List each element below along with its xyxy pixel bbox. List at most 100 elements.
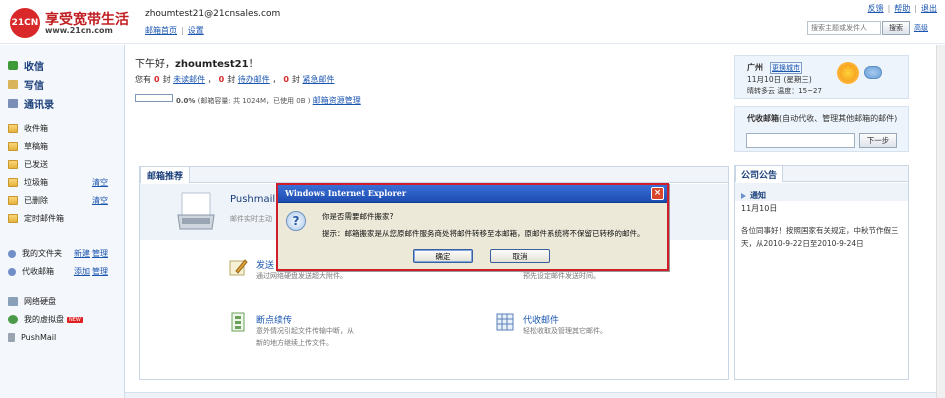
next-step-button[interactable]: 下一步	[859, 133, 897, 148]
ok-button[interactable]: 确定	[413, 249, 473, 263]
sidebar-item-compose[interactable]: 写信	[8, 77, 44, 92]
folder-icon	[8, 142, 18, 151]
proxy-email-input[interactable]	[746, 133, 855, 148]
question-icon: ?	[286, 211, 306, 231]
logo-url: www.21cn.com	[45, 26, 113, 35]
address-book-icon	[8, 99, 18, 108]
globe-icon	[8, 315, 18, 324]
cloudy-icon	[864, 66, 882, 79]
todo-mail-link[interactable]: 待办邮件	[238, 75, 270, 84]
cancel-button[interactable]: 取消	[490, 249, 550, 263]
sidebar-item-receive[interactable]: 收信	[8, 58, 44, 73]
tab-recommend[interactable]: 邮箱推荐	[140, 166, 191, 183]
feature-resume-desc-2: 新的地方继续上传文件。	[256, 339, 333, 347]
dialog-hint: 提示：邮箱搬家是从您原邮件服务商处将邮件转移至本邮箱，原邮件系统将不保留已转移的…	[322, 229, 645, 238]
new-folder-link[interactable]: 新建	[74, 248, 90, 259]
resource-manage-link[interactable]: 邮箱资源管理	[313, 96, 361, 105]
feedback-link[interactable]: 反馈	[868, 4, 884, 13]
sidebar-item-virtual-disk[interactable]: 我的虚拟盘 NEW	[8, 314, 120, 325]
capacity-text: 0.0% (邮箱容量: 共 1024M，已使用 0B ) 邮箱资源管理	[176, 95, 361, 106]
recommend-tabbar: 邮箱推荐	[140, 166, 728, 183]
count-unit: 封	[291, 75, 300, 84]
empty-trash-link[interactable]: 清空	[92, 195, 108, 206]
help-link[interactable]: 帮助	[894, 4, 910, 13]
manage-folders-link[interactable]: 管理	[92, 248, 108, 259]
greeting-user: zhoumtest21	[175, 59, 249, 70]
proxy-mail-grid-icon	[496, 313, 514, 331]
inbox-download-icon	[8, 61, 18, 70]
search-input[interactable]	[807, 21, 881, 35]
sidebar-label: 代收邮箱	[22, 267, 54, 276]
sidebar-item-net-disk[interactable]: 网络硬盘	[8, 296, 120, 307]
sidebar-label: 我的虚拟盘	[24, 315, 64, 324]
folder-icon	[8, 178, 18, 187]
search-button[interactable]: 搜索	[882, 21, 910, 35]
notice-label-text: 通知	[750, 191, 766, 200]
new-badge: NEW	[67, 316, 83, 323]
urgent-mail-link[interactable]: 紧急邮件	[302, 75, 334, 84]
sidebar-label: 通讯录	[24, 100, 54, 111]
dialog-titlebar[interactable]: Windows Internet Explorer ×	[278, 185, 667, 203]
greeting: 下午好，zhoumtest21！	[135, 55, 259, 70]
top-links: 反馈 | 帮助 | 退出	[867, 4, 937, 13]
sidebar-label: 已发送	[24, 160, 48, 169]
mail-counts: 您有 0 封 未读邮件 ， 0 封 待办邮件 ， 0 封 紧急邮件	[135, 74, 334, 85]
capacity-percent: 0.0%	[176, 97, 196, 105]
plus-circle-icon	[8, 267, 16, 276]
sidebar-item-pushmail[interactable]: PushMail	[8, 333, 120, 342]
capacity-bar	[135, 94, 173, 102]
logo-21cn[interactable]: 21CN	[10, 8, 40, 38]
close-icon[interactable]: ×	[651, 187, 664, 200]
pushmail-title[interactable]: Pushmail	[230, 194, 275, 205]
sidebar-label: 已删除	[24, 196, 48, 205]
notice-tabbar: 公司公告	[735, 165, 908, 182]
advanced-search-link[interactable]: 高级	[914, 23, 928, 33]
triangle-right-icon	[741, 192, 746, 199]
logout-link[interactable]: 退出	[921, 4, 937, 13]
count-unit: 封	[162, 75, 171, 84]
add-proxy-link[interactable]: 添加	[74, 266, 90, 277]
weather-desc: 晴转多云 温度：15~27	[747, 87, 822, 95]
folder-icon	[8, 214, 18, 223]
folder-icon	[8, 124, 18, 133]
weather-widget: 广州 更换城市 11月10日 (星期三) 晴转多云 温度：15~27	[734, 55, 909, 99]
notice-label[interactable]: 通知	[741, 190, 766, 201]
sidebar-item-sent[interactable]: 已发送	[8, 159, 120, 170]
phone-icon	[8, 333, 15, 342]
unread-mail-link[interactable]: 未读邮件	[173, 75, 205, 84]
capacity-detail: (邮箱容量: 共 1024M，已使用 0B )	[197, 97, 311, 105]
feature-proxy-desc: 轻松收取及管理其它邮件。	[523, 327, 607, 335]
change-city-link[interactable]: 更换城市	[770, 62, 802, 74]
count-prefix: ，	[207, 75, 216, 84]
manage-proxy-link[interactable]: 管理	[92, 266, 108, 277]
sidebar-label: 垃圾箱	[24, 178, 48, 187]
user-links: 邮箱首页 | 设置	[145, 26, 204, 35]
weather-date: 11月10日 (星期三)	[747, 75, 812, 84]
settings-link[interactable]: 设置	[188, 26, 204, 35]
dialog-title: Windows Internet Explorer	[285, 188, 407, 198]
feature-resume-desc-1: 意外情况引起文件传输中断，从	[256, 327, 354, 335]
sidebar-label: 我的文件夹	[22, 249, 62, 258]
unread-count: 0	[154, 75, 160, 84]
empty-spam-link[interactable]: 清空	[92, 177, 108, 188]
header: 21CN 享受宽带生活 www.21cn.com zhoumtest21@21c…	[0, 0, 945, 44]
user-email: zhoumtest21@21cnsales.com	[145, 9, 281, 19]
sidebar-label: 收件箱	[24, 124, 48, 133]
scanner-icon	[177, 192, 215, 230]
mail-home-link[interactable]: 邮箱首页	[145, 26, 177, 35]
count-unit: 封	[227, 75, 236, 84]
sidebar-item-drafts[interactable]: 草稿箱	[8, 141, 120, 152]
tab-company-notice[interactable]: 公司公告	[735, 165, 784, 182]
count-prefix: 您有	[135, 75, 151, 84]
sidebar-item-contacts[interactable]: 通讯录	[8, 96, 54, 111]
plus-circle-icon	[8, 249, 16, 258]
sidebar-item-inbox[interactable]: 收件箱	[8, 123, 120, 134]
sidebar-item-scheduled[interactable]: 定时邮件箱	[8, 213, 120, 224]
pushmail-desc: 邮件实时主动	[230, 215, 272, 223]
sunny-icon	[839, 64, 857, 82]
vertical-scrollbar[interactable]	[936, 45, 945, 398]
greeting-prefix: 下午好，	[135, 59, 175, 70]
feature-schedule-desc: 预先设定邮件发送时间。	[523, 272, 600, 280]
todo-count: 0	[218, 75, 225, 84]
weather-city: 广州	[747, 63, 763, 72]
